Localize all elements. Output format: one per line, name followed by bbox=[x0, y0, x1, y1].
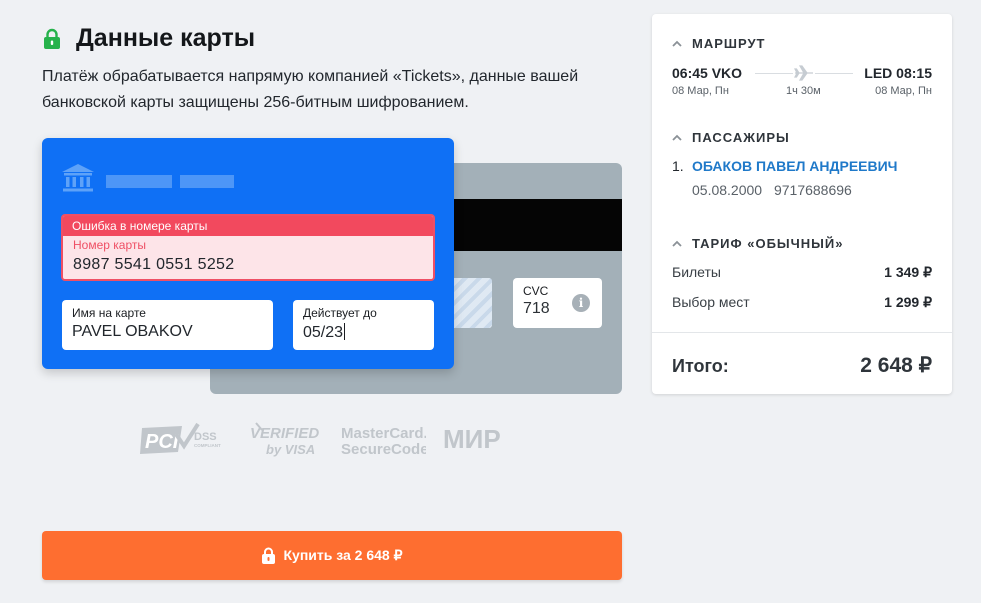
card-number-field[interactable]: Ошибка в номере карты Номер карты 8987 5… bbox=[61, 214, 435, 281]
svg-text:DSS: DSS bbox=[194, 431, 217, 443]
cvc-label: CVC bbox=[523, 284, 549, 298]
svg-text:COMPLIANT: COMPLIANT bbox=[194, 443, 221, 448]
departure-date: 08 Мар, Пн bbox=[672, 85, 729, 97]
total-amount: 2 648 ₽ bbox=[860, 354, 932, 377]
buy-button[interactable]: Купить за 2 648 ₽ bbox=[42, 531, 622, 580]
passenger-details: 05.08.2000 9717688696 bbox=[692, 182, 852, 198]
flight-route: 06:45 VKO 08 Мар, Пн 1ч 30м LED 08:15 08… bbox=[672, 65, 932, 99]
lock-icon bbox=[262, 547, 276, 564]
passenger-document: 9717688696 bbox=[773, 182, 852, 198]
bank-name-placeholder bbox=[106, 175, 172, 188]
cardholder-label: Имя на карте bbox=[72, 306, 146, 320]
expiry-input-wrap[interactable]: 05/23 bbox=[303, 323, 434, 342]
arrival-time: LED 08:15 bbox=[864, 65, 932, 81]
passengers-title: ПАССАЖИРЫ bbox=[692, 130, 790, 145]
mastercard-securecode-logo: MasterCard. SecureCode. bbox=[340, 422, 433, 463]
fare-amount: 1 349 ₽ bbox=[884, 264, 932, 280]
fare-label: Билеты bbox=[672, 264, 721, 280]
route-title: МАРШРУТ bbox=[692, 36, 766, 51]
expiry-field[interactable]: Действует до 05/23 bbox=[293, 300, 434, 350]
chevron-up-icon bbox=[672, 240, 682, 247]
mir-logo: МИР bbox=[442, 424, 522, 459]
divider bbox=[652, 332, 952, 333]
passengers-section-toggle[interactable]: ПАССАЖИРЫ bbox=[672, 130, 790, 145]
expiry-label: Действует до bbox=[303, 306, 377, 320]
fare-section-toggle[interactable]: ТАРИФ «ОБЫЧНЫЙ» bbox=[672, 236, 843, 251]
fare-row-seats: Выбор мест 1 299 ₽ bbox=[672, 294, 932, 310]
passenger-birthdate: 05.08.2000 bbox=[692, 182, 763, 198]
bank-icon bbox=[62, 164, 94, 192]
card-number-error: Ошибка в номере карты bbox=[63, 216, 433, 236]
chevron-up-icon bbox=[672, 134, 682, 141]
bank-name-placeholder bbox=[180, 175, 234, 188]
signature-strip bbox=[454, 278, 492, 328]
cardholder-field[interactable]: Имя на карте PAVEL OBAKOV bbox=[62, 300, 273, 350]
pci-dss-logo: PCI DSS COMPLIANT bbox=[140, 422, 226, 461]
svg-text:MasterCard.: MasterCard. bbox=[341, 425, 426, 442]
route-section-toggle[interactable]: МАРШРУТ bbox=[672, 36, 765, 51]
cardholder-input[interactable]: PAVEL OBAKOV bbox=[72, 323, 273, 341]
payment-security-note: Платёж обрабатывается напрямую компанией… bbox=[42, 68, 579, 111]
passenger-index: 1. bbox=[672, 158, 684, 174]
cvc-value[interactable]: 718 bbox=[523, 300, 602, 318]
card-front: Ошибка в номере карты Номер карты 8987 5… bbox=[42, 138, 454, 369]
expiry-input[interactable]: 05/23 bbox=[303, 324, 343, 341]
fare-title: ТАРИФ «ОБЫЧНЫЙ» bbox=[692, 236, 844, 251]
departure-time: 06:45 VKO bbox=[672, 65, 743, 81]
magnetic-stripe bbox=[454, 199, 622, 251]
text-caret bbox=[344, 323, 346, 340]
info-icon[interactable]: i bbox=[572, 294, 590, 312]
svg-text:PCI: PCI bbox=[145, 431, 179, 453]
fare-label: Выбор мест bbox=[672, 294, 750, 310]
buy-button-label: Купить за 2 648 ₽ bbox=[283, 547, 403, 563]
lock-icon bbox=[44, 28, 60, 49]
flight-duration: 1ч 30м bbox=[786, 85, 821, 97]
svg-text:by VISA: by VISA bbox=[266, 442, 315, 457]
arrival-date: 08 Мар, Пн bbox=[875, 85, 932, 97]
svg-text:МИР: МИР bbox=[443, 424, 501, 454]
fare-row-tickets: Билеты 1 349 ₽ bbox=[672, 264, 932, 280]
page-title: Данные карты bbox=[76, 24, 256, 52]
card-number-input[interactable]: 8987 5541 0551 5252 bbox=[63, 252, 433, 274]
order-summary: МАРШРУТ 06:45 VKO 08 Мар, Пн 1ч 30м LED … bbox=[652, 14, 952, 394]
cvc-field[interactable]: CVC 718 i bbox=[513, 278, 602, 328]
card-details-heading: Данные карты bbox=[42, 24, 255, 53]
svg-text:SecureCode.: SecureCode. bbox=[341, 441, 426, 458]
chevron-up-icon bbox=[672, 40, 682, 47]
verified-by-visa-logo: VERIFIED by VISA bbox=[248, 420, 320, 463]
fare-amount: 1 299 ₽ bbox=[884, 294, 932, 310]
total-label: Итого: bbox=[672, 356, 729, 376]
airplane-icon bbox=[793, 65, 815, 81]
passenger-name-link[interactable]: ОБАКОВ ПАВЕЛ АНДРЕЕВИЧ bbox=[692, 158, 898, 174]
card-number-label: Номер карты bbox=[73, 238, 146, 252]
